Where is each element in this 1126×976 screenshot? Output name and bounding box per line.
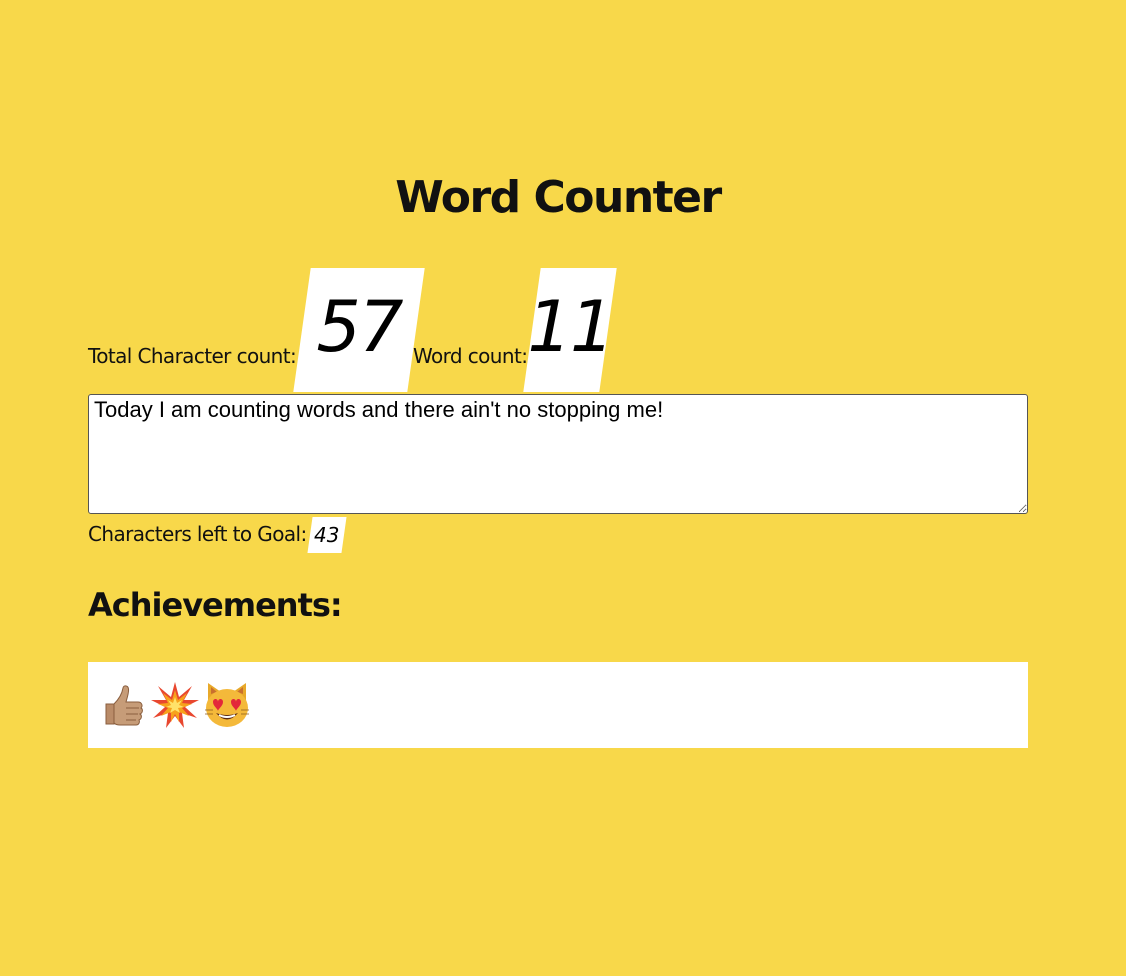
goal-box: 43 <box>307 517 347 553</box>
goal-value: 43 <box>314 523 340 547</box>
achievements-heading: Achievements: <box>88 586 343 624</box>
collision-icon <box>151 682 199 728</box>
char-count-label: Total Character count: <box>88 344 297 368</box>
word-count-box: 11 <box>523 268 617 392</box>
thumbs-up-icon <box>105 685 143 726</box>
word-count-value: 11 <box>527 286 613 368</box>
goal-row: Characters left to Goal: 43 <box>88 517 488 553</box>
counts-row: Total Character count: 57 Word count: 11 <box>88 268 1028 392</box>
goal-label: Characters left to Goal: <box>88 522 307 546</box>
word-count-label: Word count: <box>413 344 528 368</box>
text-input[interactable] <box>88 394 1028 514</box>
heart-eyes-cat-icon <box>205 683 249 727</box>
page-title: Word Counter <box>395 172 722 223</box>
achievements-box <box>88 662 1028 748</box>
char-count-value: 57 <box>316 286 402 368</box>
char-count-box: 57 <box>293 268 425 392</box>
